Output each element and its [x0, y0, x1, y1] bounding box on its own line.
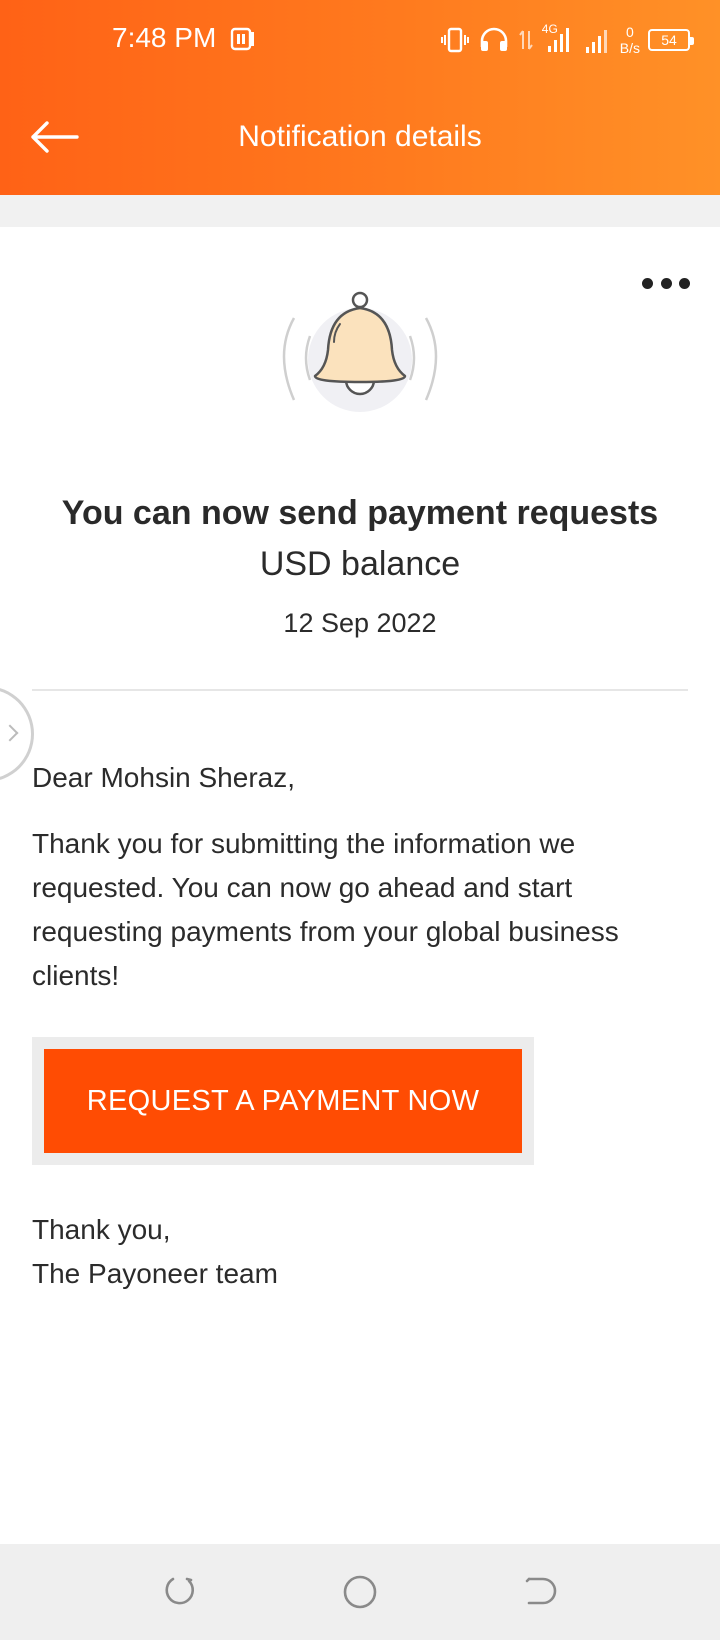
back-nav-button[interactable]: [518, 1570, 562, 1614]
home-button[interactable]: [338, 1570, 382, 1614]
notification-subtitle: USD balance: [259, 545, 461, 583]
message-closing: Thank you, The Payoneer team: [32, 1208, 278, 1296]
system-nav-bar: [0, 1544, 720, 1640]
back-icon: [525, 1577, 557, 1605]
recents-icon: [165, 1577, 194, 1605]
battery-level: 54: [661, 32, 677, 48]
net-speed: 0 B/s: [620, 24, 640, 56]
signal-icon: [585, 30, 607, 53]
separator-band: [0, 195, 720, 227]
net-speed-unit: B/s: [619, 40, 640, 56]
divider: [32, 689, 688, 691]
app-header: 7:48 PM 4G 0 B/s 54 Notification details: [0, 0, 720, 195]
notification-title: You can now send payment requests: [61, 494, 659, 532]
message-body: Thank you for submitting the information…: [32, 828, 619, 991]
recents-button[interactable]: [158, 1570, 202, 1614]
notification-app-icon: [230, 27, 254, 51]
signal-icon: 4G: [542, 22, 576, 56]
status-icons: 4G 0 B/s 54: [440, 20, 694, 60]
closing-line: Thank you,: [32, 1214, 171, 1245]
side-panel-handle[interactable]: [0, 686, 34, 782]
status-time: 7:48 PM: [112, 22, 217, 53]
message-greeting: Dear Mohsin Sheraz,: [32, 762, 296, 793]
bell-icon: [282, 291, 438, 412]
home-icon: [343, 1575, 377, 1609]
cta-container: REQUEST A PAYMENT NOW: [32, 1037, 534, 1165]
battery-icon: 54: [648, 29, 694, 51]
more-icon: [642, 277, 653, 289]
request-payment-button[interactable]: REQUEST A PAYMENT NOW: [44, 1049, 522, 1153]
vibrate-icon: [440, 27, 469, 53]
closing-signature: The Payoneer team: [32, 1258, 278, 1289]
headphones-icon: [480, 27, 508, 51]
more-options-button[interactable]: [642, 270, 690, 296]
page-title: Notification details: [238, 120, 482, 153]
notification-date: 12 Sep 2022: [283, 608, 437, 638]
net-speed-value: 0: [625, 24, 634, 40]
data-arrows-icon: [518, 30, 533, 50]
